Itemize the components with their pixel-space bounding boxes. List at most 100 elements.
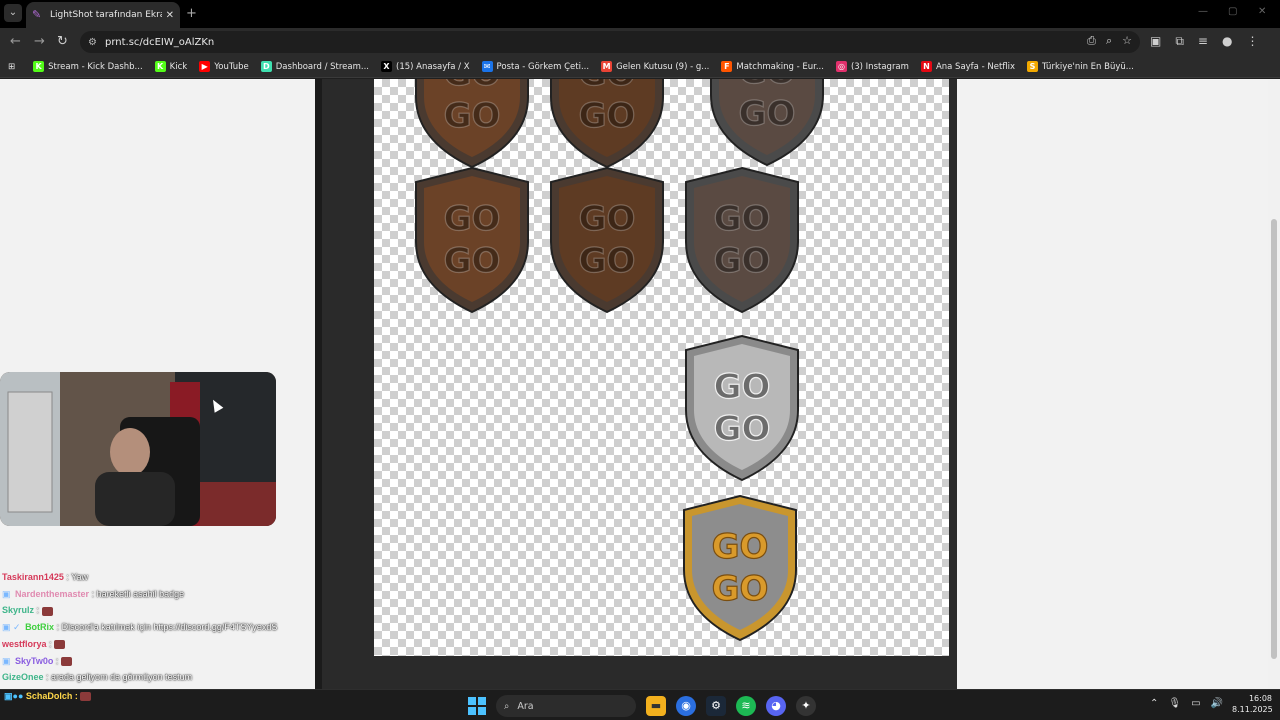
chat-message: ▣ Nardenthemaster : hareketli asahil bad… xyxy=(2,588,185,599)
chat-username: SkyTw0o xyxy=(15,655,54,666)
chat-message: GizeOnee : arada geliyom da görmüyon tes… xyxy=(2,672,193,683)
badge-text-line2: GO xyxy=(579,241,636,281)
install-app-icon[interactable]: ⎙ xyxy=(1087,34,1096,48)
bookmark-label: (15) Anasayfa / X xyxy=(396,61,470,72)
forward-icon[interactable]: → xyxy=(34,34,45,49)
lightshot-feather-icon: ✎ xyxy=(32,8,42,21)
tray-chevron-icon[interactable]: ⌃ xyxy=(1150,698,1158,709)
bookmark-label: Posta - Görkem Çeti... xyxy=(496,61,590,72)
chat-message: westflorya : xyxy=(2,636,312,653)
bookmark-label: Gelen Kutusu (9) - g... xyxy=(616,61,710,72)
window-close-icon[interactable]: ✕ xyxy=(1258,6,1266,17)
bookmark-label: Matchmaking - Eur... xyxy=(736,61,824,72)
new-tab-button[interactable]: + xyxy=(186,6,197,21)
search-icon: ⌕ xyxy=(504,700,510,712)
badge-text-line1: GO xyxy=(739,79,796,92)
stream-chat-overlay: Taskirann1425 : Yaw ▣ Nardenthemaster : h… xyxy=(2,569,312,686)
chrome-icon[interactable]: ◉ xyxy=(676,696,696,716)
discord-icon[interactable]: ◕ xyxy=(766,696,786,716)
tab-title: LightShot tarafından Ekran Görüntüsü xyxy=(50,10,162,20)
profile-avatar-icon[interactable]: ● xyxy=(1222,34,1232,49)
site-info-icon[interactable]: ⚙ xyxy=(88,37,97,48)
bookmark-favicon-icon: ▶ xyxy=(199,61,211,72)
chat-username: GizeOnee xyxy=(2,672,44,683)
divider xyxy=(315,79,322,689)
bookmark-item[interactable]: F Matchmaking - Eur... xyxy=(721,61,824,72)
go-badge-shield: GOGO xyxy=(680,164,804,316)
badge-text-line1: GO xyxy=(712,527,769,567)
bookmark-item[interactable]: K Stream - Kick Dashb... xyxy=(33,61,143,72)
extensions-puzzle-icon[interactable]: ⧉ xyxy=(1175,34,1184,49)
badge-text-line1: GO xyxy=(714,367,771,407)
chat-text: arada geliyom da görmüyon testum xyxy=(51,672,193,683)
bookmark-favicon-icon: ✉ xyxy=(481,61,493,72)
volume-icon[interactable]: 🔊 xyxy=(1211,698,1223,709)
windows-taskbar: ▣●● SchaDolch : ⌕ Ara ▬ ◉ ⚙ ≋ ◕ ✦ ⌃ 🎙 ▭ … xyxy=(0,689,1280,720)
bookmark-item[interactable]: D Dashboard / Stream... xyxy=(260,61,370,72)
menu-kebab-icon[interactable]: ⋮ xyxy=(1246,34,1258,49)
minimize-icon[interactable]: — xyxy=(1198,6,1208,17)
extension-icon[interactable]: ▣ xyxy=(1150,34,1161,49)
bookmark-star-icon[interactable]: ☆ xyxy=(1122,34,1132,48)
badge-text-line1: GO xyxy=(444,79,501,94)
chat-badge-icon: ▣ ✓ xyxy=(2,622,21,633)
badge-text-line2: GO xyxy=(714,409,771,449)
tab-close-icon[interactable]: ✕ xyxy=(166,10,174,21)
system-clock[interactable]: 16:08 8.11.2025 xyxy=(1232,693,1273,715)
bookmark-item[interactable]: S Türkiye'nin En Büyü... xyxy=(1027,61,1134,72)
bookmark-item[interactable]: ▶ YouTube xyxy=(199,61,249,72)
bookmark-favicon-icon: D xyxy=(260,61,272,72)
badge-text-line1: GO xyxy=(714,199,771,239)
go-badge-shield: GO GO xyxy=(410,79,534,171)
chat-text: Yaw xyxy=(71,572,89,582)
badge-text-line2: GO xyxy=(444,96,501,136)
back-icon[interactable]: ← xyxy=(10,34,21,49)
bookmark-label: Kick xyxy=(169,61,188,72)
chat-emote xyxy=(60,656,72,666)
taskbar-search[interactable]: ⌕ Ara xyxy=(496,695,636,717)
chat-username-overlay: ▣●● SchaDolch : xyxy=(4,690,92,702)
reload-icon[interactable]: ↻ xyxy=(57,34,68,49)
zoom-icon[interactable]: ⌕ xyxy=(1106,34,1112,48)
spotify-icon[interactable]: ≋ xyxy=(736,696,756,716)
go-badge-shield: GOGO xyxy=(410,164,534,316)
chat-message: Skyrulz : xyxy=(2,602,312,619)
bookmark-item[interactable]: X (15) Anasayfa / X xyxy=(381,61,470,72)
bookmark-favicon-icon: S xyxy=(1027,61,1039,72)
bookmark-item[interactable]: ◎ (3) Instagram xyxy=(835,61,909,72)
url-text[interactable]: prnt.sc/dcEIW_oAlZKn xyxy=(105,37,214,48)
bookmark-item[interactable]: M Gelen Kutusu (9) - g... xyxy=(601,61,709,72)
go-badge-shield: GOGO xyxy=(545,79,669,171)
browser-tab[interactable]: ✎ LightShot tarafından Ekran Görüntüsü ✕ xyxy=(26,2,180,28)
badge-text-line1: GO xyxy=(444,199,501,239)
badge-text-line2: GO xyxy=(739,94,796,134)
start-button[interactable] xyxy=(468,697,486,715)
tab-search-button[interactable]: ⌄ xyxy=(4,4,22,22)
chat-username: westflorya xyxy=(2,638,47,649)
media-control-icon[interactable]: ≡ xyxy=(1198,34,1208,49)
apps-grid-icon[interactable]: ⊞ xyxy=(8,62,15,72)
maximize-icon[interactable]: ▢ xyxy=(1228,6,1237,17)
bookmark-item[interactable]: N Ana Sayfa - Netflix xyxy=(920,61,1015,72)
bookmark-favicon-icon: N xyxy=(920,61,932,72)
display-icon[interactable]: ▭ xyxy=(1191,698,1200,709)
badge-text-line2: GO xyxy=(579,96,636,136)
tab-strip: ⌄ ✎ LightShot tarafından Ekran Görüntüsü… xyxy=(0,0,1280,28)
webcam-overlay xyxy=(0,372,276,526)
steam-icon[interactable]: ⚙ xyxy=(706,696,726,716)
bookmark-item[interactable]: ✉ Posta - Görkem Çeti... xyxy=(481,61,590,72)
bookmark-label: Dashboard / Stream... xyxy=(275,61,370,72)
chat-badge-icon: ▣ xyxy=(2,588,11,599)
bookmark-favicon-icon: K xyxy=(154,61,166,72)
app-icon[interactable]: ✦ xyxy=(796,696,816,716)
scrollbar-thumb[interactable] xyxy=(1271,219,1277,659)
chat-text: Discord'a katılmak için https://discord.… xyxy=(61,622,278,633)
file-explorer-icon[interactable]: ▬ xyxy=(646,696,666,716)
badge-text-line2: GO xyxy=(444,241,501,281)
bookmark-label: (3) Instagram xyxy=(850,61,909,72)
bookmark-item[interactable]: K Kick xyxy=(154,61,188,72)
microphone-icon[interactable]: 🎙 xyxy=(1168,698,1181,709)
chat-username: Nardenthemaster xyxy=(15,588,90,599)
chat-badge-icon: ▣ xyxy=(2,655,11,666)
address-bar[interactable]: ⚙ prnt.sc/dcEIW_oAlZKn ⎙ ⌕ ☆ xyxy=(80,31,1140,53)
